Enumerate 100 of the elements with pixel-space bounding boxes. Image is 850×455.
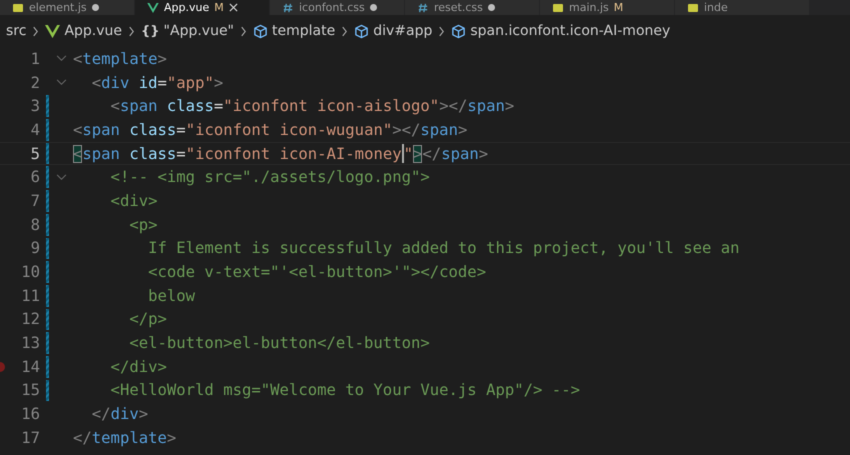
code-token: span (420, 120, 458, 139)
code-token: </ (90, 405, 111, 424)
fold-chevron-icon[interactable] (56, 174, 66, 181)
line-number: 9 (30, 239, 40, 258)
tab-label: main.js (569, 1, 609, 14)
editor-tab[interactable]: iconfont.css (270, 0, 405, 15)
close-icon[interactable] (228, 3, 238, 12)
code-token: = (214, 97, 224, 116)
code-token: > (504, 97, 514, 116)
chevron-right-icon (438, 26, 446, 36)
code-token: > (166, 428, 176, 447)
modified-status: M (214, 1, 224, 14)
code-token: div (110, 405, 139, 424)
vue-logo-icon (45, 24, 60, 38)
tab-label: element.js (29, 1, 87, 14)
code-token: class (166, 97, 214, 116)
line-number: 10 (20, 263, 40, 282)
hash-icon (282, 2, 294, 12)
code-token: = (176, 120, 186, 139)
line-number: 2 (30, 74, 40, 92)
line-number: 16 (20, 405, 40, 424)
chevron-right-icon (32, 26, 40, 36)
code-comment: <HelloWorld msg="Welcome to Your Vue.js App"/> --> (110, 381, 580, 400)
code-token: "iconfont icon-wuguan" (186, 120, 392, 139)
code-token: class (128, 120, 176, 139)
code-token: < (73, 120, 82, 139)
line-number: 7 (30, 192, 40, 210)
breadcrumb-item[interactable]: "App.vue" (164, 23, 234, 39)
code-token: span (120, 97, 158, 116)
line-number: 13 (20, 334, 40, 352)
line-number: 15 (20, 381, 40, 400)
code-token: template (82, 50, 158, 68)
tab-label: inde (704, 1, 728, 14)
line-number: 11 (20, 286, 40, 305)
code-token: < (90, 74, 102, 92)
code-token: > (158, 50, 167, 68)
breadcrumb-item[interactable]: App.vue (64, 23, 122, 39)
chevron-right-icon (128, 26, 136, 36)
line-number: 5 (30, 144, 40, 163)
modified-status: M (614, 1, 624, 14)
line-number: 8 (30, 216, 40, 234)
code-token: span (441, 144, 479, 163)
code-token: < (73, 50, 82, 68)
editor-tab[interactable]: App.vue M (135, 0, 270, 15)
code-token: class (128, 144, 176, 163)
breadcrumb-item[interactable]: src (6, 23, 26, 39)
braces-icon: {} (141, 24, 160, 38)
line-number: 3 (30, 97, 40, 116)
line-number: 12 (20, 310, 40, 328)
editor-tab[interactable]: reset.css (405, 0, 540, 15)
breadcrumb-item[interactable]: div#app (373, 23, 432, 39)
code-comment: </p> (128, 310, 167, 328)
code-comment: below (147, 286, 196, 305)
code-token: span (467, 97, 505, 116)
code-comment: </div> (110, 358, 167, 376)
code-token: ></ (392, 120, 420, 139)
code-token: div (101, 74, 130, 92)
code-token: < (110, 97, 120, 116)
code-token: > (214, 74, 224, 92)
chevron-right-icon (341, 26, 348, 36)
chevron-right-icon (240, 26, 247, 36)
editor-tab[interactable]: main.js M (540, 0, 675, 15)
code-token: > (478, 144, 488, 163)
code-token: span (82, 120, 120, 139)
breadcrumb-item[interactable]: span.iconfont.icon-AI-money (470, 23, 670, 39)
line-number: 17 (20, 428, 40, 447)
code-comment: <div> (110, 192, 158, 210)
tab-label: reset.css (434, 1, 483, 14)
code-token: template (92, 428, 167, 447)
tab-label: App.vue (164, 1, 210, 14)
fold-chevron-icon[interactable] (56, 55, 66, 62)
fold-chevron-icon[interactable] (56, 79, 66, 86)
code-token: span (82, 144, 120, 163)
code-token: " (404, 144, 414, 163)
code-token: = (158, 74, 167, 92)
code-token: </ (422, 144, 442, 163)
code-token: > (458, 120, 468, 139)
code-token: "iconfont icon-aislogo" (223, 97, 440, 116)
code-token: "app" (166, 74, 214, 92)
vue-logo-icon (147, 2, 159, 12)
line-number: 4 (30, 120, 40, 139)
code-comment: <p> (128, 216, 158, 234)
hash-icon (417, 2, 429, 12)
code-token: = (176, 144, 186, 163)
code-comment: <el-button>el-button</el-button> (128, 334, 430, 352)
text-cursor (402, 144, 404, 164)
tab-label: iconfont.css (299, 1, 365, 14)
line-number: 1 (30, 50, 40, 68)
cube-icon (354, 24, 370, 38)
editor-tab[interactable]: element.js (0, 0, 135, 15)
line-number: 14 (20, 358, 40, 376)
editor-tab[interactable]: inde (675, 0, 810, 15)
cube-icon (451, 24, 466, 38)
code-token: > (138, 405, 148, 424)
code-comment: If Element is successfully added to this project, you'll see an (147, 239, 740, 258)
code-token: "iconfont icon-AI-money (186, 144, 402, 163)
code-token: </ (73, 428, 92, 447)
line-number: 6 (30, 168, 40, 186)
code-token: id (138, 74, 158, 92)
breadcrumb-item[interactable]: template (272, 23, 336, 39)
